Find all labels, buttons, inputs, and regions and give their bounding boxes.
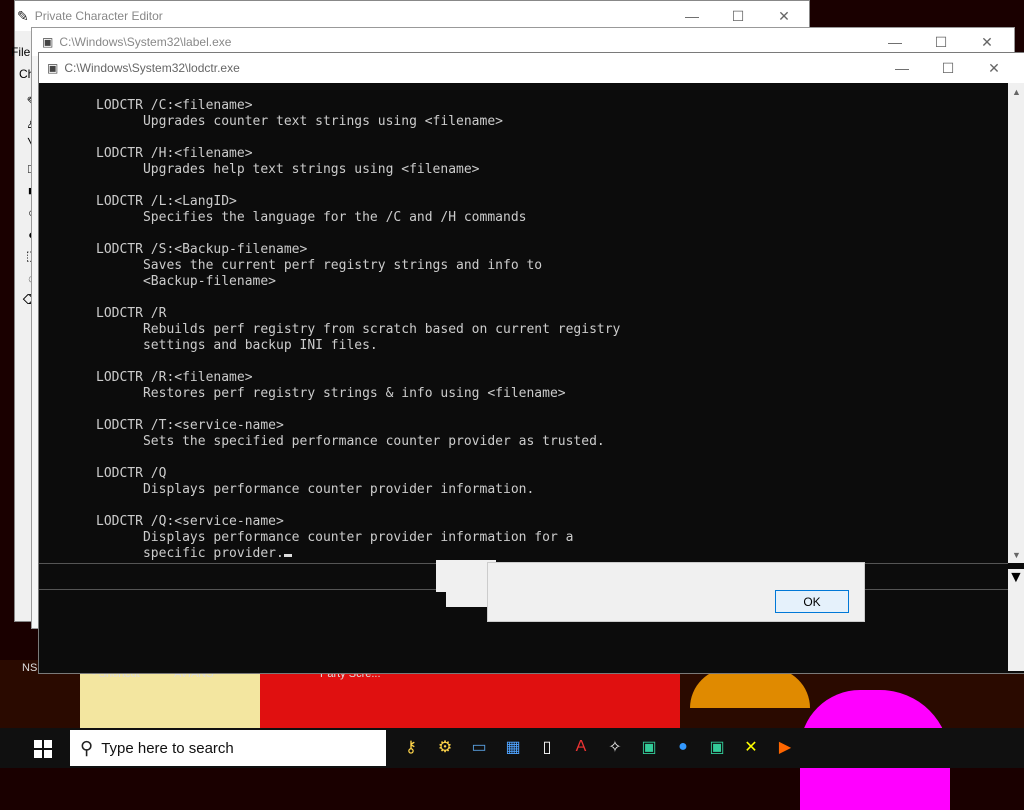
console-app-icon: ▣ <box>47 61 59 75</box>
globe-icon[interactable]: ● <box>668 732 698 762</box>
taskbar-apps: ⚷ ⚙ ▭ ▦ ▯ A ✧ ▣ ● ▣ ✕ ▶ <box>396 732 800 762</box>
maximize-button[interactable]: ☐ <box>925 53 971 83</box>
tool-icon[interactable]: ✕ <box>736 732 766 762</box>
monitor-icon[interactable]: ▭ <box>464 732 494 762</box>
minimize-button[interactable]: — <box>879 53 925 83</box>
app-icon[interactable]: ▯ <box>532 732 562 762</box>
desktop-icon-label[interactable]: NS <box>22 662 37 674</box>
window-title: C:\Windows\System32\lodctr.exe <box>64 61 240 75</box>
windows-start-icon[interactable] <box>34 740 52 758</box>
window-title: Private Character Editor <box>34 9 163 23</box>
message-dialog[interactable]: OK <box>487 562 865 622</box>
search-placeholder: Type here to search <box>101 739 234 757</box>
paint-icon[interactable]: A <box>566 732 596 762</box>
menu-file[interactable]: File <box>11 45 30 59</box>
ok-button[interactable]: OK <box>775 590 849 613</box>
scroll-down-icon[interactable]: ▼ <box>1008 546 1024 563</box>
wallpaper-shape <box>690 668 810 708</box>
close-button[interactable]: ✕ <box>971 53 1017 83</box>
scroll-up-icon[interactable]: ▲ <box>1008 83 1024 100</box>
window-title: C:\Windows\System32\label.exe <box>59 35 232 49</box>
text-cursor <box>283 554 292 557</box>
scroll-down-icon[interactable]: ▼ <box>1008 569 1024 587</box>
app-icon[interactable]: ▣ <box>702 732 732 762</box>
vertical-scrollbar[interactable]: ▲ ▼ <box>1008 83 1024 563</box>
console-app-icon: ▣ <box>42 35 54 49</box>
titlebar[interactable]: ▣ C:\Windows\System32\lodctr.exe — ☐ ✕ <box>39 53 1024 83</box>
search-box[interactable]: ⚲ Type here to search <box>70 730 386 766</box>
app-icon[interactable]: ▣ <box>634 732 664 762</box>
settings-gear-icon[interactable]: ⚙ <box>430 732 460 762</box>
console-text: LODCTR /C:<filename> Upgrades counter te… <box>96 98 621 561</box>
vertical-scrollbar[interactable]: ▼ <box>1008 569 1024 671</box>
media-icon[interactable]: ▶ <box>770 732 800 762</box>
taskbar: ⚲ Type here to search ⚷ ⚙ ▭ ▦ ▯ A ✧ ▣ ● … <box>0 728 1024 768</box>
app-icon: ✎ <box>17 7 29 24</box>
app-icon[interactable]: ▦ <box>498 732 528 762</box>
tool-icon[interactable]: ✧ <box>600 732 630 762</box>
key-icon[interactable]: ⚷ <box>396 732 426 762</box>
console-output: LODCTR /C:<filename> Upgrades counter te… <box>96 98 620 562</box>
search-icon: ⚲ <box>80 737 94 758</box>
